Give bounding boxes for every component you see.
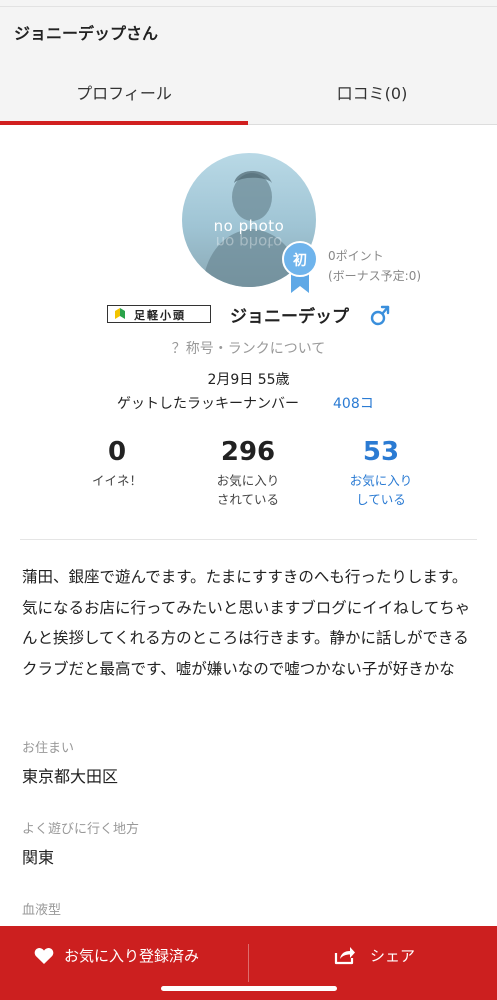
share-icon [334, 947, 355, 965]
frequent-area-label: よく遊びに行く地方 [22, 822, 140, 837]
points-info: 0ポイント (ボーナス予定:0) [328, 246, 421, 286]
favorited-by-label: お気に入り されている [188, 471, 308, 509]
top-divider [0, 6, 497, 7]
residence-value: 東京都大田区 [22, 767, 119, 786]
heart-icon [34, 948, 54, 964]
favorites-label-line1: お気に入り [349, 473, 413, 488]
points-value: 0ポイント [328, 249, 384, 263]
page-title: ジョニーデップさん [14, 24, 159, 43]
title-badge: 足軽小頭 [107, 305, 211, 323]
rank-badge-label: 初 [293, 253, 307, 269]
male-icon [370, 305, 390, 326]
favorite-button-label: お気に入り登録済み [64, 947, 200, 965]
favorites-count[interactable]: 53 [321, 437, 441, 467]
header: ジョニーデップさん プロフィール 口コミ(0) [0, 0, 497, 125]
lucky-number-value[interactable]: 408コ [333, 393, 374, 413]
favorited-by-label-line1: お気に入り [216, 473, 280, 488]
residence-label: お住まい [22, 741, 75, 756]
title-badge-text: 足軽小頭 [134, 309, 186, 322]
likes-count: 0 [107, 437, 127, 467]
blood-type-label: 血液型 [22, 903, 62, 918]
bonus-points: (ボーナス予定:0) [328, 269, 422, 283]
active-tab-indicator [0, 121, 248, 125]
user-name: ジョニーデップ [230, 307, 349, 327]
likes-label-line: イイネ！ [91, 473, 142, 488]
beginner-leaf-icon [115, 308, 125, 319]
rank-info-link[interactable]: ？称号・ランクについて [0, 338, 497, 358]
lucky-number-label: ゲットしたラッキーナンバー [117, 396, 299, 412]
share-button[interactable]: シェア [249, 926, 497, 986]
favorites-label-line2: している [356, 492, 406, 507]
favorites-label[interactable]: お気に入り している [321, 471, 441, 509]
favorited-by-count: 296 [220, 437, 276, 467]
favorited-by-label-line2: されている [216, 492, 280, 507]
likes-label: イイネ！ [57, 471, 177, 490]
frequent-area-value: 関東 [22, 848, 55, 867]
bio-text: 蒲田、銀座で遊んでます。たまにすすきのへも行ったりします。気になるお店に行ってみ… [22, 568, 471, 678]
tab-reviews[interactable]: 口コミ(0) [248, 80, 496, 104]
favorite-button[interactable]: お気に入り登録済み [0, 926, 248, 986]
tab-profile[interactable]: プロフィール [0, 80, 248, 104]
birthday-age: 2月9日 55歳 [207, 372, 290, 388]
home-indicator [161, 986, 337, 991]
share-button-label: シェア [370, 947, 416, 965]
section-divider [20, 539, 477, 540]
